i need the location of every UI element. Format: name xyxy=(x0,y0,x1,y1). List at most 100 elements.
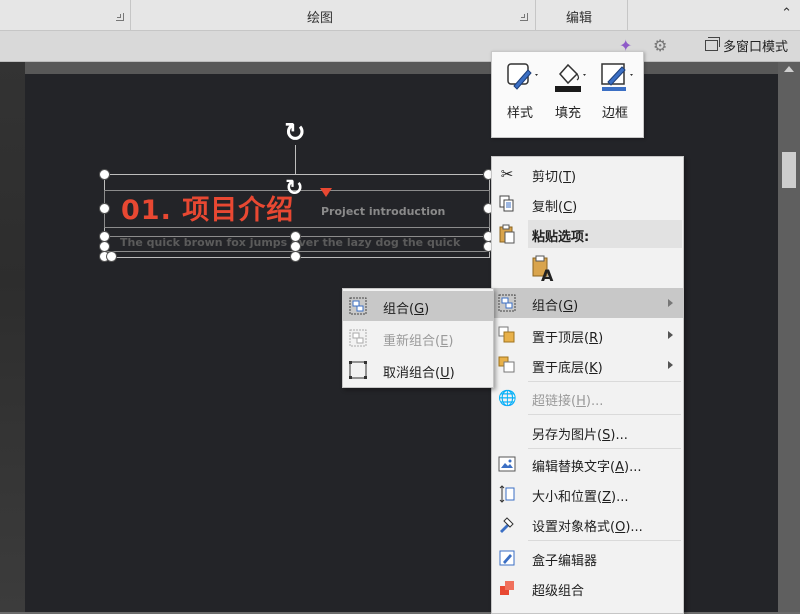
access-key: H xyxy=(576,394,586,409)
menu-item-label: 超链接 xyxy=(532,394,572,409)
multi-window-mode-button[interactable]: 多窗口模式 xyxy=(704,36,788,55)
multi-window-icon xyxy=(704,37,720,51)
svg-text:A: A xyxy=(541,266,554,283)
access-key: C xyxy=(563,200,573,215)
hyperlink-icon: 🌐 xyxy=(498,389,517,407)
submenu-arrow-icon xyxy=(668,299,673,307)
outline-button[interactable]: 边框 xyxy=(592,60,638,121)
menu-item-save-as-picture[interactable]: 另存为图片(S)... xyxy=(492,417,683,447)
ellipsis: ... xyxy=(616,490,629,505)
outline-pen-icon xyxy=(592,60,638,92)
menu-item-send-to-back[interactable]: 置于底层(K) xyxy=(492,350,683,380)
ribbon-divider xyxy=(130,0,131,30)
access-key: A xyxy=(615,460,624,475)
shape-style-label: 样式 xyxy=(506,106,533,121)
submenu-item-group[interactable]: 组合(G) xyxy=(343,291,493,321)
rotation-stem xyxy=(295,145,296,175)
menu-item-bring-to-front[interactable]: 置于顶层(R) xyxy=(492,320,683,350)
menu-item-format-object[interactable]: 设置对象格式(O)... xyxy=(492,509,683,539)
access-key: U xyxy=(440,366,450,381)
shape-style-button[interactable]: 样式 xyxy=(497,60,543,121)
multi-window-label: 多窗口模式 xyxy=(722,40,788,55)
menu-item-label: 编辑替换文字 xyxy=(532,460,611,475)
drawing-dialog-launcher-icon[interactable] xyxy=(520,13,528,21)
menu-item-size-position[interactable]: 大小和位置(Z)... xyxy=(492,479,683,509)
menu-item-edit-alt-text[interactable]: 编辑替换文字(A)... xyxy=(492,449,683,479)
paste-icon xyxy=(498,224,516,248)
resize-handle[interactable] xyxy=(290,251,301,262)
resize-handle[interactable] xyxy=(99,169,110,180)
menu-item-label: 盒子编辑器 xyxy=(532,554,598,569)
rotate-handle-icon[interactable]: ↻ xyxy=(284,120,306,146)
access-key: O xyxy=(615,520,626,535)
fill-button[interactable]: 填充 xyxy=(545,60,591,121)
paste-options-header: 粘贴选项: xyxy=(528,220,682,248)
vertical-scrollbar[interactable] xyxy=(778,62,800,612)
access-key: T xyxy=(563,170,572,185)
access-key: R xyxy=(589,331,599,346)
outline-label: 边框 xyxy=(601,106,628,121)
menu-item-label: 置于底层 xyxy=(532,361,585,376)
access-key: K xyxy=(589,361,598,376)
fill-bucket-icon xyxy=(545,60,591,92)
bring-to-front-icon xyxy=(498,326,516,344)
menu-separator xyxy=(528,414,681,415)
menu-item-group[interactable]: 组合(G) xyxy=(492,288,683,318)
menu-item-super-group[interactable]: 超级组合 xyxy=(492,573,683,603)
paste-options-label: 粘贴选项: xyxy=(532,230,590,245)
resize-handle[interactable] xyxy=(106,251,117,262)
menu-separator xyxy=(528,540,681,541)
menu-item-box-editor[interactable]: 盒子编辑器 xyxy=(492,543,683,573)
submenu-arrow-icon xyxy=(668,361,673,369)
ungroup-icon xyxy=(349,361,367,379)
menu-item-label: 剪切 xyxy=(532,170,559,185)
group-icon xyxy=(349,297,367,315)
menu-separator xyxy=(528,381,681,382)
slide-top-edge xyxy=(25,62,778,74)
ellipsis: ... xyxy=(630,520,643,535)
rotate-handle-icon[interactable]: ↻ xyxy=(285,178,303,200)
submenu-item-regroup: 重新组合(E) xyxy=(343,323,493,353)
ellipsis: ... xyxy=(590,394,604,409)
regroup-icon xyxy=(349,329,367,347)
slide-title[interactable]: 01. 项目介绍 xyxy=(121,188,294,227)
format-object-icon xyxy=(498,515,516,533)
send-to-back-icon xyxy=(498,356,516,374)
fill-label: 填充 xyxy=(554,106,581,121)
gear-icon[interactable]: ⚙ xyxy=(653,36,667,55)
menu-item-label: 超级组合 xyxy=(532,584,585,599)
collapse-ribbon-icon[interactable]: ⌃ xyxy=(781,6,792,21)
menu-item-copy[interactable]: 复制(C) xyxy=(492,189,683,219)
scrollbar-thumb[interactable] xyxy=(782,152,796,188)
paste-keep-text-only-button[interactable]: A xyxy=(530,255,556,285)
submenu-item-ungroup[interactable]: 取消组合(U) xyxy=(343,355,493,385)
menu-item-label: 组合 xyxy=(532,299,559,314)
group-icon xyxy=(498,294,516,312)
access-key: E xyxy=(440,334,449,349)
menu-item-label: 另存为图片 xyxy=(532,428,598,443)
submenu-item-label: 取消组合 xyxy=(383,366,436,381)
menu-item-cut[interactable]: ✂ 剪切(T) xyxy=(492,159,683,189)
access-key: G xyxy=(563,299,574,314)
group-submenu: 组合(G) 重新组合(E) 取消组合(U) xyxy=(342,288,494,388)
menu-item-hyperlink: 🌐 超链接(H)... xyxy=(498,389,604,409)
dialog-launcher-icon[interactable] xyxy=(116,13,124,21)
slide-subtitle[interactable]: Project introduction xyxy=(321,205,445,218)
submenu-item-label: 重新组合 xyxy=(383,334,436,349)
menu-item-label: 置于顶层 xyxy=(532,331,585,346)
submenu-arrow-icon xyxy=(668,331,673,339)
ribbon-group-editing: 编辑 xyxy=(566,11,593,26)
ribbon-group-drawing: 绘图 xyxy=(307,11,334,26)
alt-text-icon xyxy=(498,455,516,473)
menu-item-label: 复制 xyxy=(532,200,559,215)
ellipsis: ... xyxy=(615,428,628,443)
box-editor-icon xyxy=(498,549,516,567)
access-key: S xyxy=(602,428,611,443)
mini-format-toolbar: 样式 填充 边框 xyxy=(491,51,644,138)
access-key: G xyxy=(414,302,425,317)
scroll-up-icon[interactable] xyxy=(784,66,794,72)
size-position-icon xyxy=(498,485,516,503)
resize-handle[interactable] xyxy=(99,203,110,214)
ribbon-group-header: 绘图 编辑 ⌃ xyxy=(0,0,800,31)
menu-item-label: 大小和位置 xyxy=(532,490,598,505)
